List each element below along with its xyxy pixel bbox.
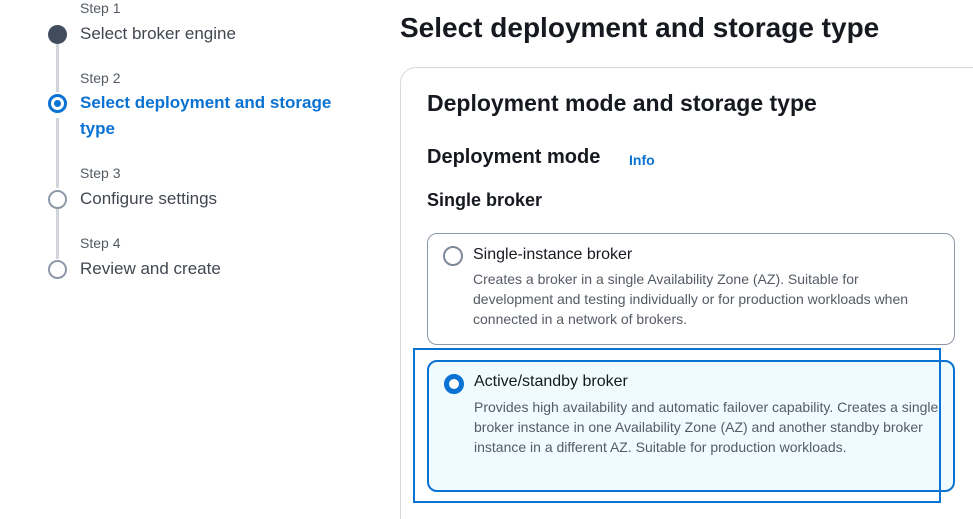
- deployment-storage-container: Deployment mode and storage type Deploym…: [400, 67, 973, 519]
- container-title: Deployment mode and storage type: [427, 90, 817, 116]
- step-connector: [56, 207, 59, 259]
- single-instance-broker-tile[interactable]: Single-instance broker Creates a broker …: [427, 233, 955, 345]
- step-title: Select deployment and storage: [80, 93, 332, 112]
- info-link[interactable]: Info: [629, 152, 655, 168]
- option-label: Active/standby broker: [474, 373, 628, 390]
- step-pending-icon: [48, 260, 67, 279]
- step-complete-icon: [48, 25, 67, 44]
- step-title-continued: type: [80, 119, 115, 138]
- option-description: Creates a broker in a single Availabilit…: [473, 271, 909, 327]
- single-instance-radio[interactable]: [443, 246, 463, 266]
- step-title: Review and create: [80, 259, 221, 278]
- step-pending-icon: [48, 190, 67, 209]
- option-description: Provides high availability and automatic…: [474, 399, 939, 455]
- step-connector: [56, 118, 59, 188]
- step-title[interactable]: Select broker engine: [80, 21, 236, 46]
- active-standby-broker-tile[interactable]: Active/standby broker Provides high avai…: [427, 360, 955, 492]
- active-standby-radio[interactable]: [444, 374, 464, 394]
- deployment-mode-heading: Deployment mode: [427, 146, 601, 168]
- step-title: Configure settings: [80, 189, 218, 208]
- step-connector: [56, 42, 59, 92]
- step-number: Step 3: [80, 165, 121, 181]
- step-current-icon: [48, 94, 67, 113]
- step-number: Step 2: [80, 70, 121, 86]
- step-number: Step 1: [80, 0, 121, 16]
- option-label: Single-instance broker: [473, 246, 633, 263]
- single-broker-label: Single broker: [427, 190, 543, 210]
- wizard-steps-nav: Step 1 Select broker engine Step 2 Selec…: [0, 0, 360, 519]
- page-title: Select deployment and storage type: [400, 12, 880, 43]
- step-number: Step 4: [80, 235, 121, 251]
